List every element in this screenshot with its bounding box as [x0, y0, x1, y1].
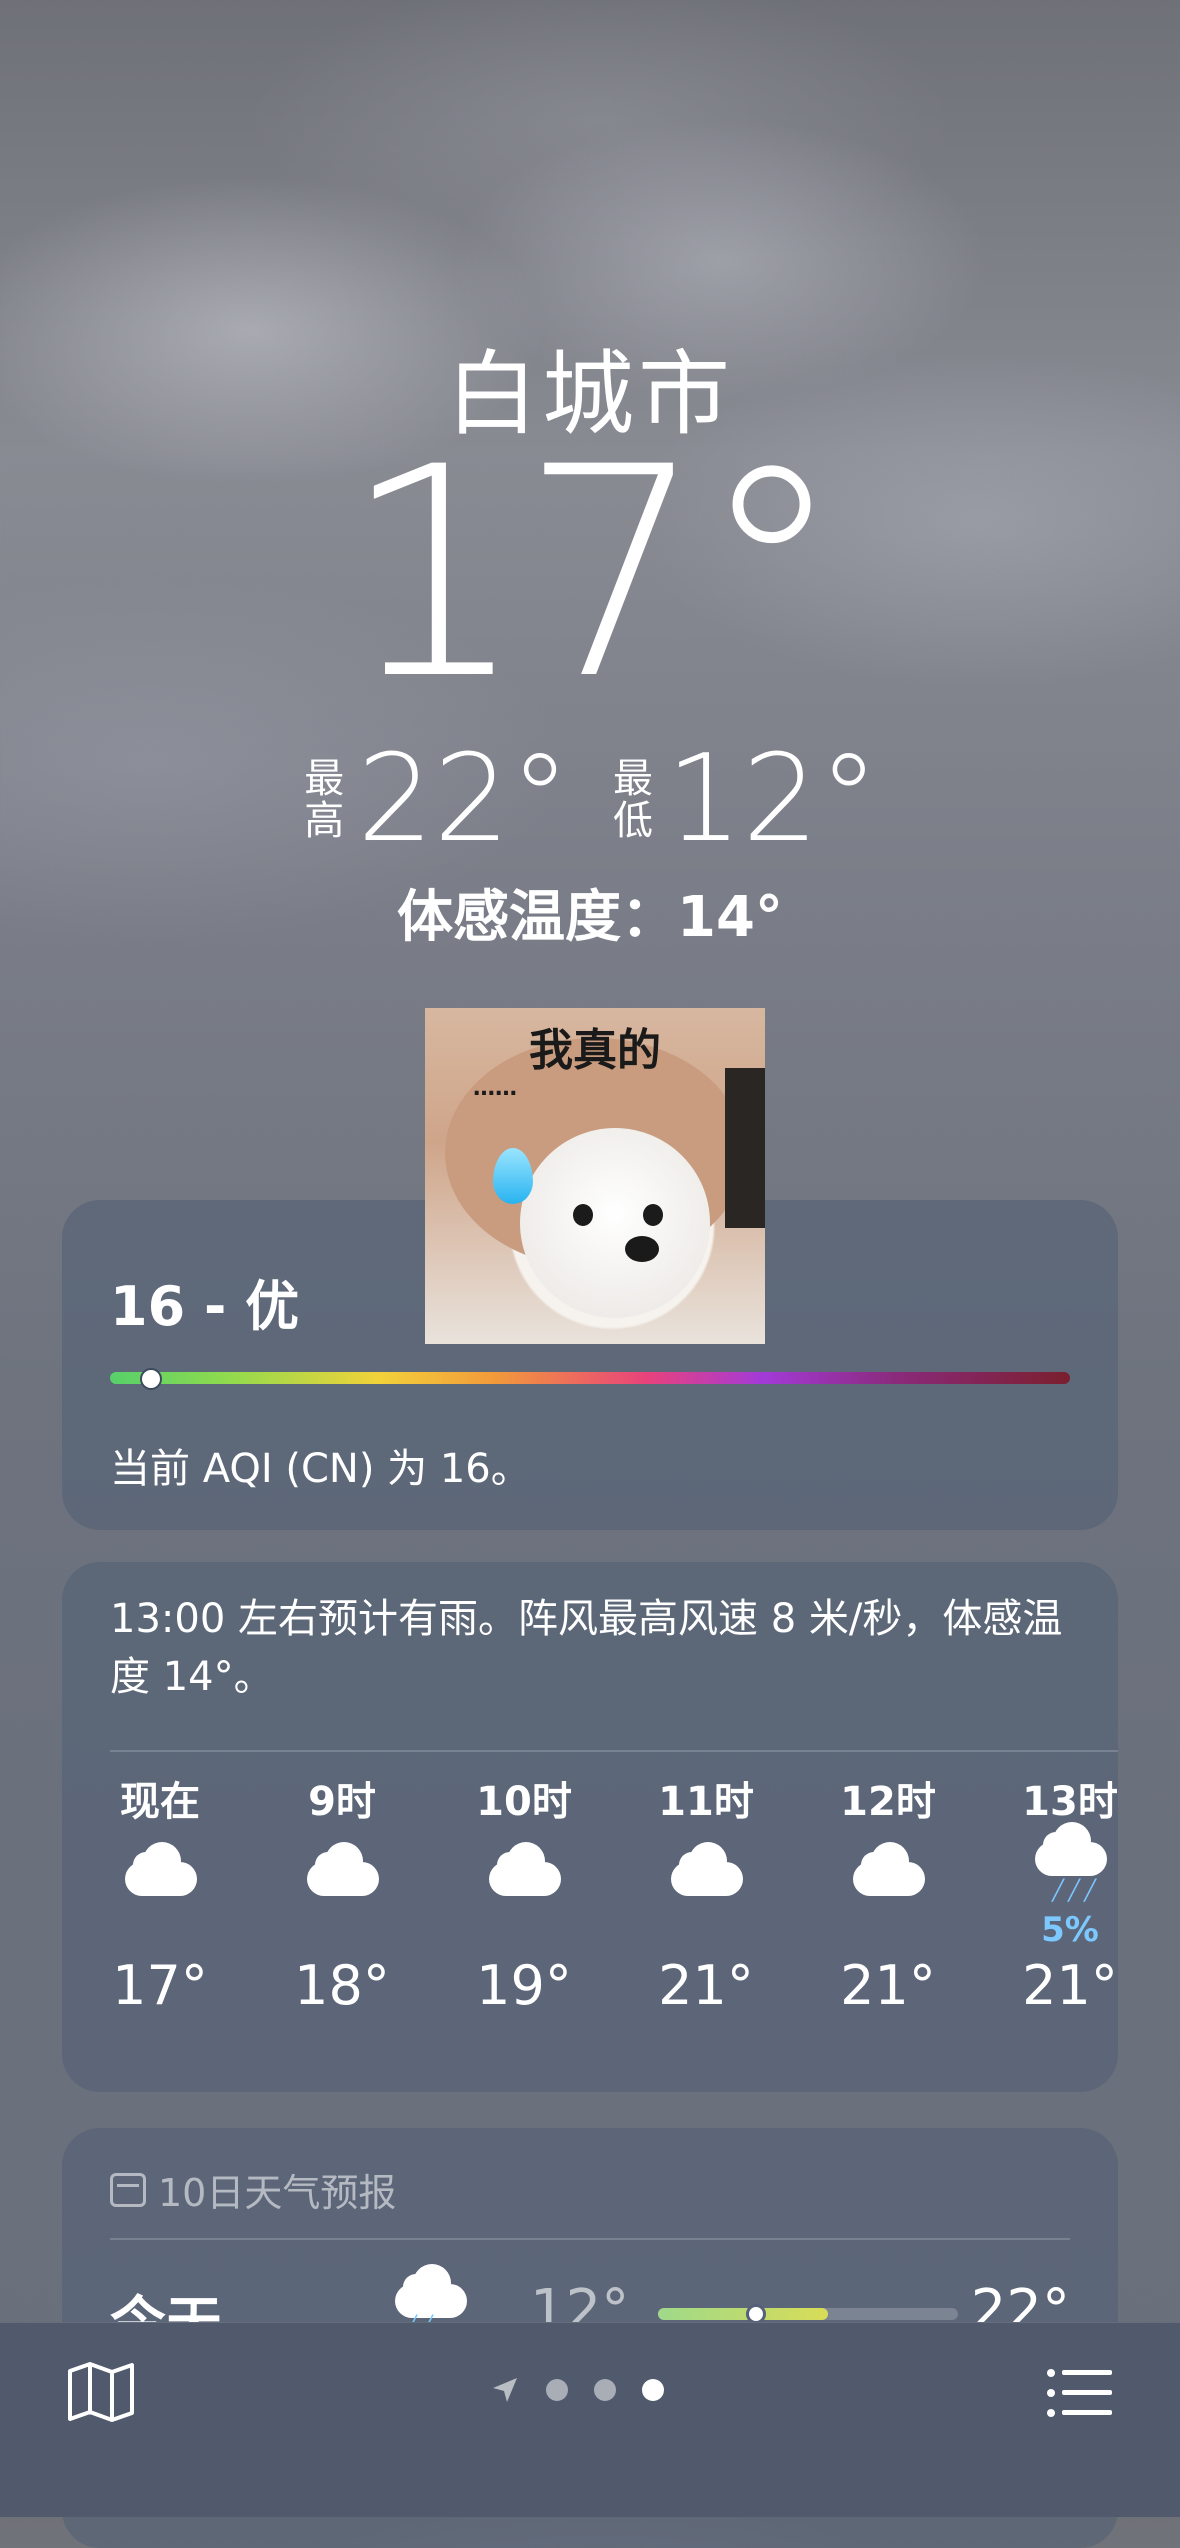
hour-temp: 21°: [840, 1954, 936, 2017]
list-icon[interactable]: [1046, 2367, 1114, 2419]
rain-cloud-icon: [1035, 1822, 1107, 1876]
cloud-icon: [307, 1842, 379, 1896]
sticker-background: [725, 1068, 765, 1228]
hour-item: 现在 17°: [90, 1772, 230, 2017]
hour-item: 11时 21°: [636, 1772, 776, 2017]
hour-time: 10时: [476, 1779, 572, 1825]
precip-chance: 5%: [1041, 1910, 1099, 1950]
hour-temp: 21°: [658, 1954, 754, 2017]
high-value: 22°: [357, 730, 570, 869]
aqi-scale-bar: [110, 1372, 1070, 1384]
page-dot-active[interactable]: [642, 2379, 664, 2401]
hour-time: 现在: [120, 1779, 200, 1825]
low-group: 最低 12°: [610, 740, 879, 860]
hourly-forecast-card[interactable]: 13:00 左右预计有雨。阵风最高风速 8 米/秒，体感温度 14°。 现在 1…: [62, 1562, 1118, 2092]
low-label: 最低: [613, 756, 653, 844]
low-value: 12°: [666, 730, 879, 869]
calendar-icon: [110, 2172, 146, 2207]
ten-day-header: 10日天气预报: [110, 2162, 396, 2217]
aqi-indicator: [140, 1368, 162, 1390]
high-group: 最高 22°: [301, 740, 570, 860]
high-label: 最高: [304, 756, 345, 844]
location-arrow-icon: [493, 2378, 517, 2402]
sticker-dog-face: [520, 1128, 710, 1318]
hour-item: 10时 19°: [454, 1772, 594, 2017]
divider: [110, 1750, 1118, 1752]
sticker-dots: ……: [473, 1076, 517, 1101]
sticker-left-eye: [573, 1204, 593, 1226]
rain-drops-icon: ╱╱╱: [1051, 1878, 1101, 1902]
feels-like: 体感温度：14°: [397, 885, 783, 950]
cloud-icon: [489, 1842, 561, 1896]
hour-temp: 18°: [294, 1954, 390, 2017]
page-dot[interactable]: [594, 2379, 616, 2401]
current-temperature: 17°: [341, 406, 844, 743]
cloud-icon: [853, 1842, 925, 1896]
hourly-summary: 13:00 左右预计有雨。阵风最高风速 8 米/秒，体感温度 14°。: [110, 1596, 1063, 1700]
hour-item: 13时 ╱╱╱ 5% 21°: [1000, 1772, 1140, 2017]
aqi-value: 16 - 优: [110, 1275, 300, 1338]
current-temp-marker: [746, 2304, 766, 2324]
hour-time: 12时: [840, 1779, 936, 1825]
cloud-icon: [125, 1842, 197, 1896]
cloud-icon: [671, 1842, 743, 1896]
hour-item: 12时 21°: [818, 1772, 958, 2017]
hour-item: 9时 18°: [272, 1772, 412, 2017]
page-dot[interactable]: [546, 2379, 568, 2401]
hour-temp: 17°: [112, 1954, 208, 2017]
dog-sticker-image: 我真的 ……: [425, 1008, 765, 1344]
temp-range-bar: [658, 2304, 958, 2324]
bottom-toolbar: [0, 2322, 1180, 2517]
sticker-right-eye: [643, 1204, 663, 1226]
temp-range-fill: [658, 2308, 828, 2320]
hour-time: 9时: [308, 1779, 376, 1825]
aqi-description: 当前 AQI (CN) 为 16。: [110, 1446, 531, 1492]
hourly-list[interactable]: 现在 17° 9时 18° 10时 19° 11时 21° 12时 21° 13…: [110, 1772, 1118, 2072]
page-indicator[interactable]: [490, 2375, 664, 2405]
hour-time: 11时: [658, 1779, 754, 1825]
sticker-nose: [625, 1236, 659, 1262]
hour-temp: 19°: [476, 1954, 572, 2017]
sticker-caption: 我真的: [529, 1025, 661, 1076]
high-low: 最高 22° 最低 12°: [0, 740, 1180, 860]
hour-temp: 21°: [1022, 1954, 1118, 2017]
divider: [110, 2238, 1070, 2240]
map-icon[interactable]: [66, 2361, 136, 2423]
ten-day-title: 10日天气预报: [158, 2171, 397, 2215]
